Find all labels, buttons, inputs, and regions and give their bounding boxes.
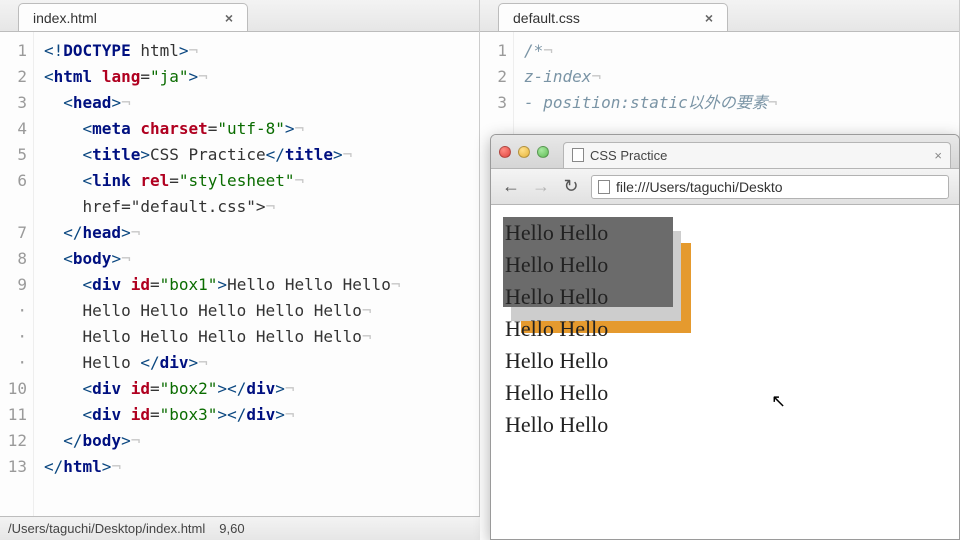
browser-window: CSS Practice × ← → ↻ file:///Users/taguc… xyxy=(490,134,960,540)
close-icon[interactable]: × xyxy=(225,10,233,26)
window-zoom-icon[interactable] xyxy=(537,146,549,158)
tab-label: default.css xyxy=(513,10,580,26)
document-icon xyxy=(598,180,610,194)
status-position: 9,60 xyxy=(219,521,244,536)
forward-button[interactable]: → xyxy=(531,176,551,197)
rendered-page: Hello HelloHello HelloHello HelloHello H… xyxy=(491,205,959,539)
close-icon[interactable]: × xyxy=(705,10,713,26)
status-path: /Users/taguchi/Desktop/index.html xyxy=(8,521,205,536)
window-close-icon[interactable] xyxy=(499,146,511,158)
page-text: Hello HelloHello HelloHello HelloHello H… xyxy=(505,217,945,441)
reload-button[interactable]: ↻ xyxy=(561,176,581,197)
left-tabbar: index.html × xyxy=(0,0,479,32)
right-tabbar: default.css × xyxy=(480,0,959,32)
document-icon xyxy=(572,148,584,162)
browser-toolbar: ← → ↻ file:///Users/taguchi/Deskto xyxy=(491,169,959,205)
url-text: file:///Users/taguchi/Deskto xyxy=(616,179,783,195)
browser-titlebar: CSS Practice × xyxy=(491,135,959,169)
close-icon[interactable]: × xyxy=(934,148,942,163)
browser-tab-label: CSS Practice xyxy=(590,148,667,163)
left-pane: index.html × 123456789···10111213 <!DOCT… xyxy=(0,0,480,540)
address-bar[interactable]: file:///Users/taguchi/Deskto xyxy=(591,175,949,199)
window-minimize-icon[interactable] xyxy=(518,146,530,158)
code-lines[interactable]: <!DOCTYPE html>¬<html lang="ja">¬ <head>… xyxy=(34,32,400,540)
browser-tab[interactable]: CSS Practice × xyxy=(563,142,951,168)
tab-label: index.html xyxy=(33,10,97,26)
tab-default-css[interactable]: default.css × xyxy=(498,3,728,31)
statusbar: /Users/taguchi/Desktop/index.html 9,60 xyxy=(0,516,480,540)
gutter: 123456789···10111213 xyxy=(0,32,34,540)
back-button[interactable]: ← xyxy=(501,176,521,197)
tab-index-html[interactable]: index.html × xyxy=(18,3,248,31)
traffic-lights xyxy=(499,146,549,158)
left-code[interactable]: 123456789···10111213 <!DOCTYPE html>¬<ht… xyxy=(0,32,479,540)
